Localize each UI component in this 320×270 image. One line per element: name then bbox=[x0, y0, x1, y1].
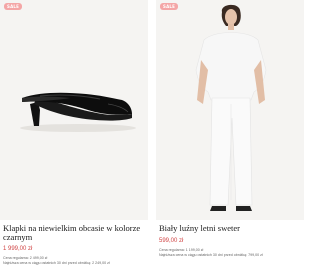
model-in-white-outfit-image bbox=[195, 4, 267, 211]
sale-badge: SALE bbox=[4, 3, 23, 10]
black-heeled-mule-shoe-image bbox=[20, 92, 136, 132]
sale-badge: SALE bbox=[160, 3, 179, 10]
product-title[interactable]: Klapki na niewielkim obcasie w kolorze c… bbox=[3, 224, 145, 242]
product-grid: SALE Klapki na niewielkim obcasie w kolo… bbox=[0, 0, 304, 270]
product-price: 1 999,00 zł bbox=[3, 246, 33, 252]
lowest-price-note: Najniższa cena w ciągu ostatnich 30 dni … bbox=[3, 261, 110, 265]
lowest-price-note: Najniższa cena w ciągu ostatnich 30 dni … bbox=[159, 253, 263, 257]
product-card[interactable]: SALE Klapki na niewielkim obcasie w kolo… bbox=[0, 0, 148, 270]
product-image[interactable]: SALE bbox=[156, 0, 304, 220]
product-image[interactable]: SALE bbox=[0, 0, 148, 220]
product-title[interactable]: Biały luźny letni sweter bbox=[159, 224, 301, 233]
product-price: 599,00 zł bbox=[159, 238, 184, 244]
product-card[interactable]: SALE Biały luźny letni sweter 599,00 zł … bbox=[156, 0, 304, 270]
